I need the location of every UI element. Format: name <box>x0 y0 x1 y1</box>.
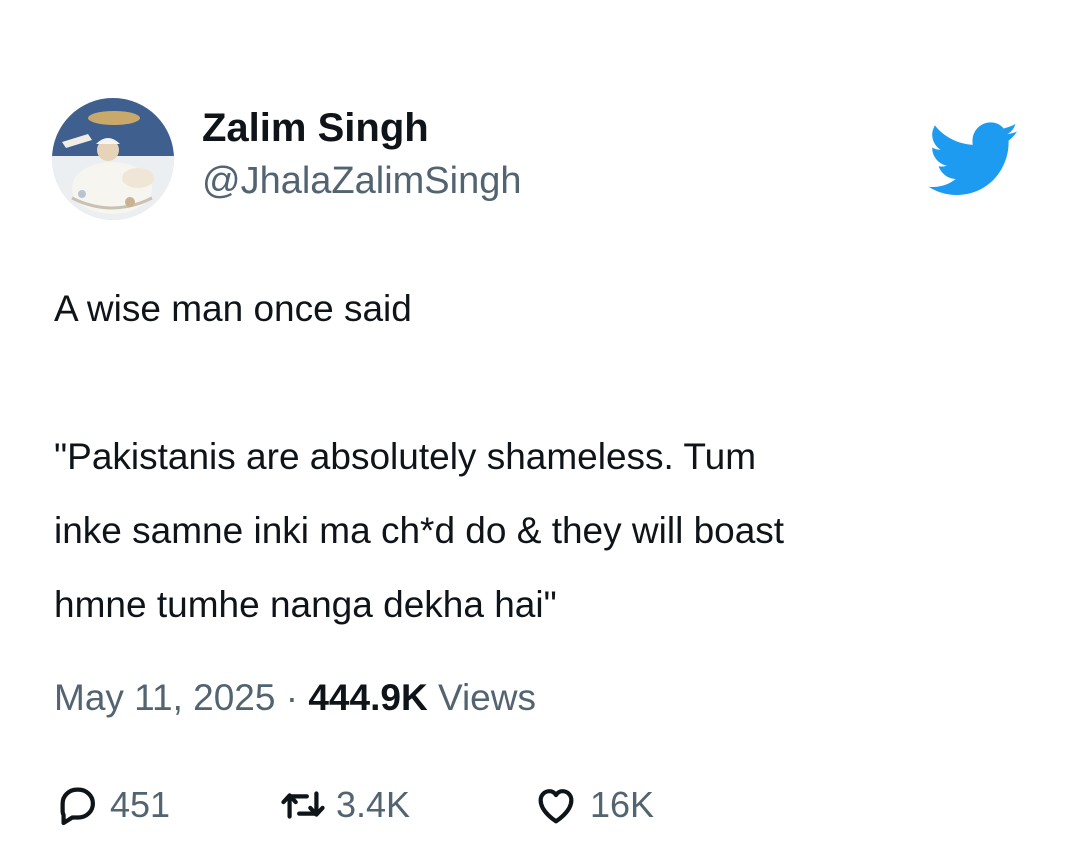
author-avatar[interactable] <box>52 98 174 220</box>
retweet-icon <box>280 782 326 828</box>
tweet-header: Zalim Singh @JhalaZalimSingh <box>52 98 1022 222</box>
tweet-actions: 451 3.4K 16K <box>54 770 954 840</box>
like-button[interactable]: 16K <box>532 770 654 840</box>
author-handle[interactable]: @JhalaZalimSingh <box>202 158 522 204</box>
tweet-date[interactable]: May 11, 2025 <box>54 677 275 718</box>
tweet-blank-line <box>54 346 1034 420</box>
author-identity: Zalim Singh @JhalaZalimSingh <box>202 104 522 204</box>
meta-separator: · <box>285 677 299 718</box>
reply-count: 451 <box>110 784 171 825</box>
tweet-card: Zalim Singh @JhalaZalimSingh A wise man … <box>0 0 1080 856</box>
like-count: 16K <box>590 784 655 825</box>
views-label: Views <box>437 677 536 718</box>
views-count: 444.9K <box>308 677 428 718</box>
tweet-line: hmne tumhe nanga dekha hai" <box>54 584 557 625</box>
reply-bubble-icon <box>54 782 100 828</box>
twitter-bird-icon <box>928 122 1020 198</box>
avatar-painting-image <box>52 98 174 220</box>
tweet-line: inke samne inki ma ch*d do & they will b… <box>54 510 785 551</box>
tweet-line: "Pakistanis are absolutely shameless. Tu… <box>54 436 757 477</box>
tweet-meta: May 11, 2025 · 444.9K Views <box>54 673 536 723</box>
retweet-count: 3.4K <box>336 784 411 825</box>
tweet-text: A wise man once said "Pakistanis are abs… <box>54 272 1034 642</box>
retweet-button[interactable]: 3.4K <box>280 770 410 840</box>
reply-button[interactable]: 451 <box>54 770 170 840</box>
author-display-name[interactable]: Zalim Singh <box>202 104 522 152</box>
heart-icon <box>532 782 580 828</box>
tweet-line: A wise man once said <box>54 288 412 329</box>
